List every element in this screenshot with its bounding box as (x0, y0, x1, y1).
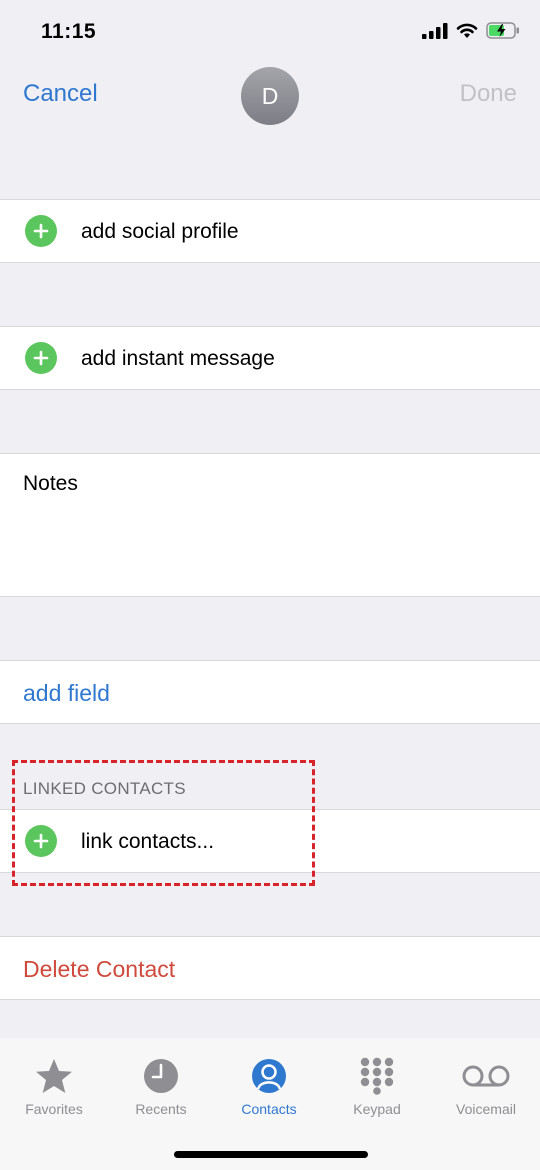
wifi-icon (456, 23, 478, 38)
add-field-row[interactable]: add field (0, 660, 540, 724)
delete-contact-button[interactable]: Delete Contact (23, 956, 175, 983)
status-time: 11:15 (41, 20, 97, 43)
tab-label: Voicemail (456, 1101, 516, 1117)
avatar[interactable]: D (241, 67, 299, 125)
done-button[interactable]: Done (460, 80, 517, 108)
tab-label: Favorites (25, 1101, 83, 1117)
delete-contact-row[interactable]: Delete Contact (0, 936, 540, 1000)
tab-voicemail[interactable]: Voicemail (432, 1057, 540, 1117)
avatar-initial: D (261, 82, 279, 109)
home-indicator[interactable] (174, 1151, 368, 1158)
cellular-signal-icon (422, 22, 448, 39)
voicemail-icon (462, 1065, 510, 1087)
add-icon[interactable] (25, 342, 57, 374)
add-field-button[interactable]: add field (23, 680, 110, 707)
tab-label: Contacts (241, 1101, 297, 1117)
battery-charging-icon (486, 22, 519, 39)
add-instant-message-label: add instant message (81, 347, 275, 370)
clock-icon (144, 1059, 178, 1093)
highlight-annotation-box (12, 760, 315, 886)
person-circle-icon (252, 1059, 286, 1093)
notes-label: Notes (23, 472, 78, 495)
add-social-profile-row[interactable]: add social profile (0, 199, 540, 263)
star-icon (36, 1059, 72, 1093)
add-social-profile-label: add social profile (81, 220, 239, 243)
tab-label: Recents (135, 1101, 187, 1117)
keypad-icon (360, 1057, 394, 1095)
tab-label: Keypad (353, 1101, 401, 1117)
tab-contacts[interactable]: Contacts (215, 1057, 323, 1117)
cancel-button[interactable]: Cancel (23, 80, 98, 108)
tab-recents[interactable]: Recents (107, 1057, 215, 1117)
status-icons (422, 22, 520, 39)
add-icon[interactable] (25, 215, 57, 247)
tab-keypad[interactable]: Keypad (323, 1057, 431, 1117)
tab-favorites[interactable]: Favorites (0, 1057, 108, 1117)
notes-field[interactable]: Notes (0, 453, 540, 597)
add-instant-message-row[interactable]: add instant message (0, 326, 540, 390)
